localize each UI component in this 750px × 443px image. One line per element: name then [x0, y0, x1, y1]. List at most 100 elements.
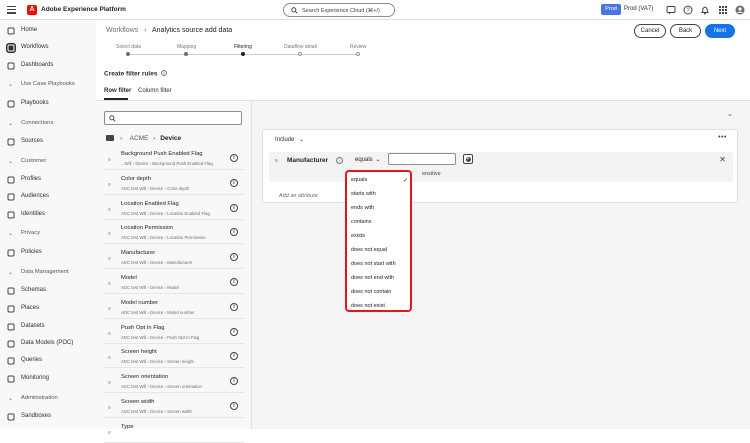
info-icon[interactable]: i [230, 327, 238, 336]
info-icon[interactable]: i [230, 228, 238, 237]
operator-option-does-not-contain[interactable]: does not contain [351, 289, 391, 295]
apps-grid-icon[interactable] [718, 5, 728, 15]
drag-handle-icon[interactable]: ≡ [108, 157, 111, 163]
drag-handle-icon[interactable]: ≡ [275, 158, 278, 164]
operator-option-contains[interactable]: contains [351, 219, 372, 225]
global-search-input[interactable]: Search Experience Cloud (⌘+/) [283, 3, 395, 17]
operator-option-exists[interactable]: exists [351, 233, 365, 239]
attribute-search-input[interactable] [104, 111, 242, 125]
next-button[interactable]: Next [705, 24, 735, 38]
nav-section-data-management[interactable]: ⌄ Data Management [0, 266, 96, 278]
info-icon[interactable]: i [230, 402, 238, 410]
close-icon[interactable]: ✕ [719, 155, 726, 164]
include-select[interactable]: Include ⌄ [275, 136, 304, 143]
info-icon[interactable]: i [230, 178, 238, 187]
operator-option-does-not-exist[interactable]: does not exist [351, 303, 385, 309]
sidebar-item-workflows[interactable]: Workflows [0, 41, 96, 55]
info-icon[interactable] [161, 70, 168, 76]
menu-icon[interactable] [7, 6, 16, 14]
info-icon[interactable]: i [230, 253, 238, 262]
chevron-down-icon[interactable]: ⌄ [727, 110, 733, 118]
nav-section-administration[interactable]: ⌄ Administration [0, 392, 96, 404]
drag-handle-icon[interactable]: ≡ [108, 405, 111, 411]
operator-option-equals[interactable]: equals [351, 177, 367, 183]
sidebar-item-schemas[interactable]: Schemas [0, 284, 96, 298]
sidebar-item-places[interactable]: Places [0, 302, 96, 316]
attribute-item[interactable]: ≡ Screen orientation ADC test Will › Devic… [104, 371, 244, 394]
attribute-item[interactable]: ≡ Location Enabled Flag ADC test Will › De… [104, 198, 244, 220]
add-attribute-link[interactable]: Add an attribute [279, 193, 318, 199]
feedback-icon[interactable] [666, 5, 676, 15]
info-icon[interactable]: i [230, 352, 238, 361]
attribute-item[interactable]: ≡ Manufacturer ADC test Will › Device › Ma… [104, 247, 244, 270]
nav-section-privacy[interactable]: ⌄ Privacy [0, 227, 96, 239]
nav-section-connections[interactable]: ⌄ Connections [0, 117, 96, 129]
attribute-item[interactable]: ≡ Background Push Enabled Flag ...Will › D… [104, 148, 244, 170]
more-options-icon[interactable]: ••• [718, 134, 727, 141]
attribute-item[interactable]: ≡ Model ADC test Will › Device › Model i [104, 272, 244, 294]
attribute-item[interactable]: ≡ Push Opt In Flag ADC test Will › Device … [104, 322, 244, 344]
tab-row-filter[interactable]: Row filter [104, 88, 131, 94]
avatar[interactable] [735, 5, 745, 15]
operator-option-starts-with[interactable]: starts with [351, 191, 376, 197]
notifications-icon[interactable] [700, 5, 710, 15]
cancel-button[interactable]: Cancel [634, 24, 666, 38]
tab-column-filter[interactable]: Column filter [138, 88, 172, 94]
attribute-item[interactable]: ≡ Type [104, 421, 244, 443]
sidebar-item-home[interactable]: Home [0, 24, 96, 38]
info-icon[interactable]: i [230, 154, 238, 162]
drag-handle-icon[interactable]: ≡ [108, 231, 111, 237]
sidebar-item-label: Audiences [21, 193, 50, 199]
drag-handle-icon[interactable]: ≡ [108, 380, 111, 386]
drag-handle-icon[interactable]: ≡ [108, 331, 111, 337]
adobe-logo-icon[interactable]: A [27, 5, 37, 15]
operator-option-ends-with[interactable]: ends with [351, 205, 374, 211]
sidebar-item-datasets[interactable]: Datasets [0, 320, 96, 334]
drag-handle-icon[interactable]: ≡ [108, 355, 111, 361]
info-icon[interactable]: i [230, 278, 238, 286]
rule-value-input[interactable] [388, 153, 456, 165]
sidebar-item-audiences[interactable]: Audiences [0, 190, 96, 204]
drag-handle-icon[interactable]: ≡ [108, 306, 111, 312]
attribute-item[interactable]: ≡ Screen height ADC test Will › Device › S… [104, 346, 244, 369]
sidebar-item-queries[interactable]: Queries [0, 354, 96, 368]
sidebar-item-identities[interactable]: Identities [0, 208, 96, 222]
drag-handle-icon[interactable]: ≡ [108, 430, 111, 436]
operator-select[interactable]: equals ⌄ [355, 156, 380, 163]
sandbox-switcher[interactable]: Prod (VA7) [624, 6, 653, 12]
operator-option-does-not-equal[interactable]: does not equal [351, 247, 387, 253]
sidebar-item-playbooks[interactable]: Playbooks [0, 97, 96, 111]
info-icon[interactable]: i [336, 157, 343, 164]
operator-option-does-not-start-with[interactable]: does not start with [351, 261, 396, 267]
drag-handle-icon[interactable]: ≡ [108, 182, 111, 188]
sidebar-item-data-models-poc[interactable]: Data Models (POC) [0, 337, 96, 351]
filter-rule-row: ≡ Manufacturer i equals ⌄ + ensitive ✕ [269, 152, 733, 182]
info-icon[interactable]: i [230, 203, 238, 212]
info-icon[interactable]: i [230, 377, 238, 386]
sidebar-item-sources[interactable]: Sources [0, 135, 96, 149]
info-icon[interactable]: i [230, 302, 238, 311]
help-icon[interactable]: ? [683, 5, 693, 15]
path-acme[interactable]: ACME [130, 135, 149, 142]
drag-handle-icon[interactable]: ≡ [108, 256, 111, 262]
app-name[interactable]: Adobe Experience Platform [41, 6, 126, 13]
drag-handle-icon[interactable]: ≡ [108, 207, 111, 213]
back-button[interactable]: Back [670, 24, 701, 38]
attribute-item[interactable]: ≡ Model number ADC test Will › Device › Mo… [104, 297, 244, 319]
attribute-item[interactable]: ≡ Color depth ADC test Will › Device › Col… [104, 173, 244, 195]
sidebar-item-dashboards[interactable]: Dashboards [0, 59, 96, 73]
nav-section-use-case-playbooks[interactable]: ⌄ Use Case Playbooks [0, 78, 96, 90]
sidebar-item-policies[interactable]: Policies [0, 246, 96, 260]
chevron-down-icon: ⌄ [8, 159, 14, 165]
add-value-button[interactable]: + [463, 154, 473, 164]
operator-option-does-not-end-with[interactable]: does not end with [351, 275, 394, 281]
attribute-item[interactable]: ≡ Location Permission ADC test Will › Devi… [104, 222, 244, 245]
folder-icon[interactable] [106, 135, 114, 141]
breadcrumb-workflows[interactable]: Workflows [106, 27, 138, 34]
sidebar-item-sandboxes[interactable]: Sandboxes [0, 410, 96, 424]
sidebar-item-monitoring[interactable]: Monitoring [0, 372, 96, 386]
drag-handle-icon[interactable]: ≡ [108, 281, 111, 287]
sidebar-item-profiles[interactable]: Profiles [0, 173, 96, 187]
attribute-item[interactable]: ≡ Screen width ADC test Will › Device › Sc… [104, 396, 244, 418]
nav-section-customer[interactable]: ⌄ Customer [0, 155, 96, 167]
